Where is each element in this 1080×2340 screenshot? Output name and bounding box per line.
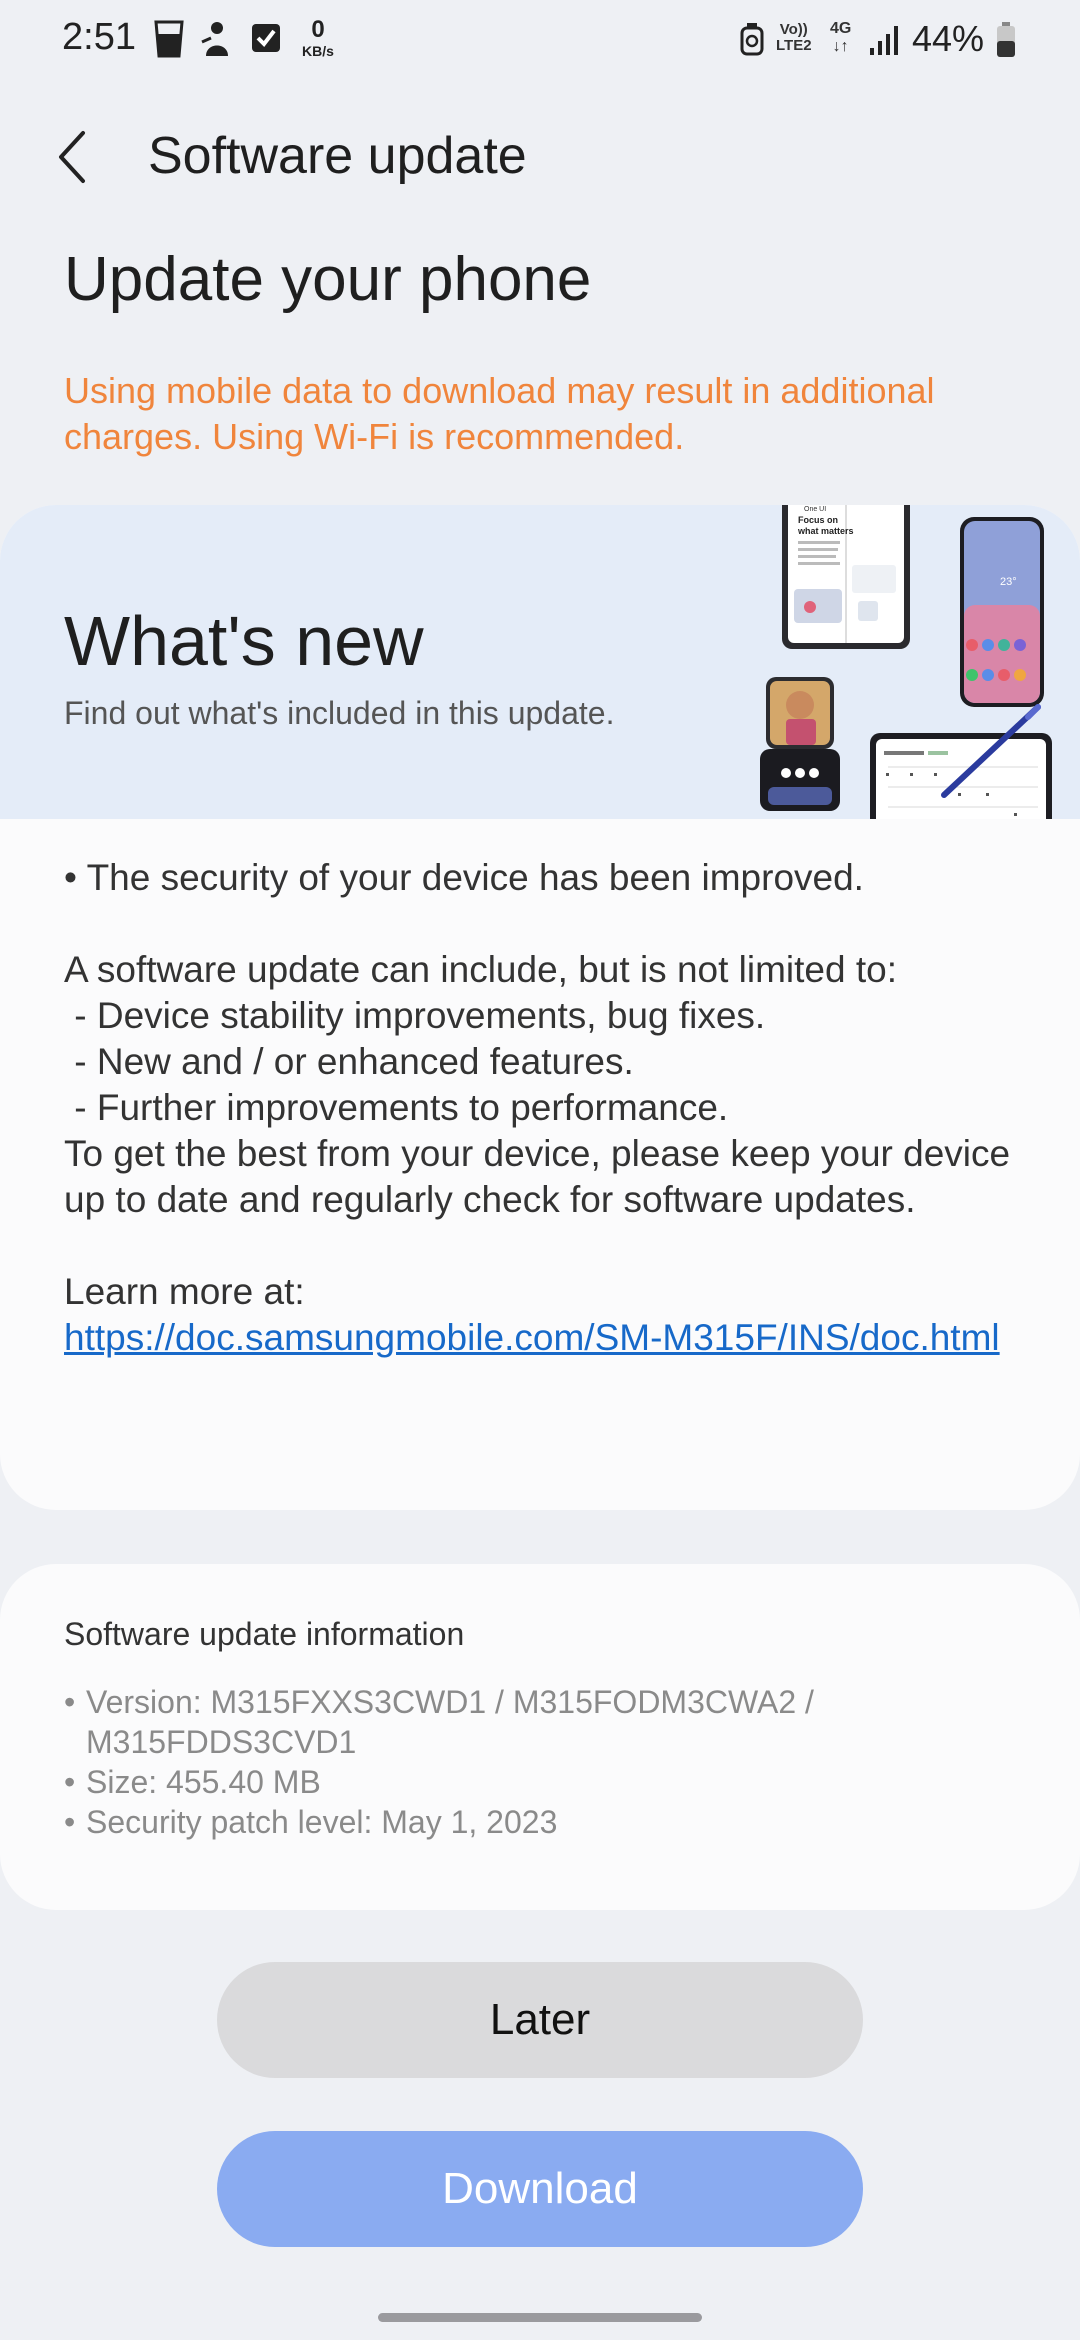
page-title: Update your phone [64,245,592,314]
whats-new-subtitle: Find out what's included in this update. [64,695,615,731]
mobile-data-warning: Using mobile data to download may result… [64,370,935,457]
phone-device-image: 23° [960,517,1044,707]
update-info-card: Software update information Version: M31… [0,1564,1080,1910]
lte-label: LTE2 [776,37,812,54]
battery-percent: 44% [912,18,985,59]
glass-icon [154,20,184,58]
network-type: 4G [830,20,852,37]
whats-new-banner: What's new Find out what's included in t… [0,505,1080,819]
tablet-device-image [870,704,1052,819]
notes-security-bullet: • The security of your device has been i… [64,857,864,898]
back-arrow-icon [59,131,85,183]
update-security-patch: Security patch level: May 1, 2023 [64,1802,1004,1842]
notes-intro: A software update can include, but is no… [64,949,897,990]
status-time: 2:51 [62,16,136,58]
network-indicator: 4G ↓↑ [830,20,851,56]
whats-new-title: What's new [64,602,424,680]
battery-icon [997,22,1015,57]
update-version: Version: M315FXXS3CWD1 / M315FODM3CWA2 /… [64,1682,1004,1762]
oneui-headline-1: Focus on [798,515,838,525]
netspeed-unit: KB/s [302,43,334,59]
release-notes: • The security of your device has been i… [64,855,1024,1361]
notes-item-stability: - Device stability improvements, bug fix… [64,995,766,1036]
checkbox-icon [252,24,280,52]
notes-advice: To get the best from your device, please… [64,1133,1021,1220]
netspeed-value: 0 [311,16,325,43]
header-title: Software update [148,127,527,185]
download-button[interactable]: Download [217,2131,863,2247]
volte-indicator: Vo)) LTE2 [776,22,812,54]
home-indicator[interactable] [378,2313,702,2322]
back-button[interactable] [40,120,104,194]
status-bar: 2:51 0 KB/s Vo)) LTE2 4G ↓↑ 44% [0,0,1080,80]
alarm-icon [740,23,764,56]
update-info-list: Version: M315FXXS3CWD1 / M315FODM3CWA2 /… [64,1682,1004,1842]
flip-device-image [760,677,840,811]
weather-temp: 23° [1000,576,1017,588]
signal-icon [870,26,898,55]
oneui-label: One UI [804,506,826,513]
update-info-title: Software update information [64,1616,465,1652]
volte-label: Vo)) [779,21,808,38]
notes-item-features: - New and / or enhanced features. [64,1041,634,1082]
devices-illustration: One UI Focus on what matters 23° [760,505,1052,819]
person-icon [201,22,228,56]
update-size: Size: 455.40 MB [64,1762,1004,1802]
foldable-device-image: One UI Focus on what matters [782,505,910,649]
learn-more-link[interactable]: https://doc.samsungmobile.com/SM-M315F/I… [64,1315,1024,1361]
notes-item-performance: - Further improvements to performance. [64,1087,729,1128]
learn-more-label: Learn more at: [64,1271,305,1312]
oneui-headline-2: what matters [797,526,854,536]
data-arrows-icon: ↓↑ [832,38,849,55]
whats-new-card: What's new Find out what's included in t… [0,505,1080,1510]
later-button[interactable]: Later [217,1962,863,2078]
netspeed-indicator: 0 KB/s [300,16,336,59]
